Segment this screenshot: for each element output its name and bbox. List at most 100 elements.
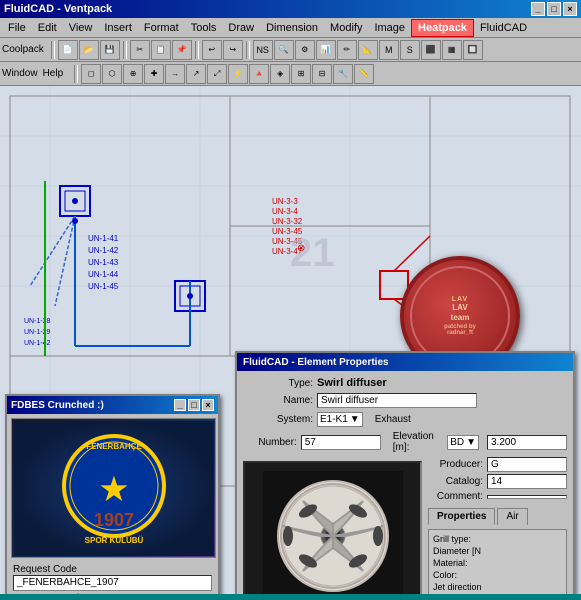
number-value[interactable]: 57 <box>301 435 381 450</box>
number-row: Number: 57 Elevation [m]: BD ▼ 3.200 <box>243 431 567 453</box>
toolbar-b9[interactable]: ⬛ <box>421 40 441 60</box>
menu-image[interactable]: Image <box>368 20 411 36</box>
name-value[interactable]: Swirl diffuser <box>317 393 477 408</box>
name-row: Name: Swirl diffuser <box>243 393 567 408</box>
menu-heatpack[interactable]: Heatpack <box>411 19 474 37</box>
app-title: FluidCAD - Ventpack <box>4 3 112 15</box>
toolbar2-b4[interactable]: ✚ <box>144 64 164 84</box>
comment-row: Comment: <box>428 491 567 502</box>
elevation-dropdown-value: BD <box>450 437 464 448</box>
system-select[interactable]: E1-K1 ▼ <box>317 412 363 427</box>
color-row: Color: <box>433 570 562 580</box>
menu-insert[interactable]: Insert <box>98 20 138 36</box>
coolpack-label: Coolpack <box>2 44 44 55</box>
toolbar-b3[interactable]: ⚙ <box>295 40 315 60</box>
menu-dimension[interactable]: Dimension <box>260 20 324 36</box>
main-title-bar: FluidCAD - Ventpack _ □ × <box>0 0 581 18</box>
fdbes-maximize[interactable]: □ <box>188 399 200 411</box>
name-label: Name: <box>243 395 313 406</box>
comment-value[interactable] <box>487 495 567 499</box>
diffuser-image-area <box>243 461 422 594</box>
catalog-label: Catalog: <box>428 476 483 487</box>
toolbar-sep3 <box>195 41 199 59</box>
right-side-panel: Producer: G Catalog: 14 Comment: Propert… <box>428 457 567 594</box>
menu-tools[interactable]: Tools <box>185 20 223 36</box>
svg-text:UN-1-44: UN-1-44 <box>88 270 119 279</box>
toolbar-paste[interactable]: 📌 <box>172 40 192 60</box>
toolbar2-b2[interactable]: ⬡ <box>102 64 122 84</box>
system-row: System: E1-K1 ▼ Exhaust <box>243 412 567 427</box>
toolbar-b2[interactable]: 🔍 <box>274 40 294 60</box>
svg-text:★: ★ <box>98 470 129 509</box>
close-button[interactable]: × <box>563 2 577 16</box>
toolbar-save[interactable]: 💾 <box>100 40 120 60</box>
toolbar2-b9[interactable]: 🔺 <box>249 64 269 84</box>
toolbar-b6[interactable]: 📐 <box>358 40 378 60</box>
toolbar2-b6[interactable]: ↗ <box>186 64 206 84</box>
toolbar-separator <box>51 41 55 59</box>
toolbar2-b13[interactable]: 🔧 <box>333 64 353 84</box>
toolbar2-b8[interactable]: ⚡ <box>228 64 248 84</box>
toolbar2-b12[interactable]: ⊟ <box>312 64 332 84</box>
request-code-input[interactable]: _FENERBAHCE_1907 <box>13 575 212 591</box>
svg-text:UN-1-28: UN-1-28 <box>24 318 51 325</box>
fdbes-content: ★ FENERBAHÇE SPOR KULÜBÜ 1907 Request Co… <box>7 414 218 594</box>
toolbar2-b14[interactable]: 📏 <box>354 64 374 84</box>
color-label: Color: <box>433 570 457 580</box>
seal-brand-text: LAVteam <box>451 303 470 322</box>
exhaust-label: Exhaust <box>375 414 411 425</box>
elem-props-title-bar: FluidCAD - Element Properties <box>237 353 573 371</box>
toolbar2-sep <box>74 65 78 83</box>
seal-name-text: radnar_ft <box>447 330 473 336</box>
toolbar-b7[interactable]: M <box>379 40 399 60</box>
element-properties-window: FluidCAD - Element Properties Type: Swir… <box>235 351 575 594</box>
toolbar-cut[interactable]: ✂ <box>130 40 150 60</box>
toolbar-b5[interactable]: ✏ <box>337 40 357 60</box>
toolbar-undo[interactable]: ↩ <box>202 40 222 60</box>
catalog-value[interactable]: 14 <box>487 474 567 489</box>
elevation-select[interactable]: BD ▼ <box>447 435 479 450</box>
toolbar-row1: Coolpack 📄 📂 💾 ✂ 📋 📌 ↩ ↪ NS 🔍 ⚙ 📊 ✏ 📐 M … <box>0 38 581 62</box>
menu-fluidcad[interactable]: FluidCAD <box>474 20 533 36</box>
menu-format[interactable]: Format <box>138 20 185 36</box>
toolbar2-b11[interactable]: ⊞ <box>291 64 311 84</box>
window-label: Window <box>2 68 38 79</box>
fdbes-close[interactable]: × <box>202 399 214 411</box>
minimize-button[interactable]: _ <box>531 2 545 16</box>
request-code-label: Request Code <box>13 564 212 575</box>
toolbar-b11[interactable]: 🔲 <box>463 40 483 60</box>
type-value: Swirl diffuser <box>317 377 387 389</box>
toolbar-row2: Window Help ◻ ⬡ ⊕ ✚ → ↗ ⤢ ⚡ 🔺 ◈ ⊞ ⊟ 🔧 📏 <box>0 62 581 86</box>
toolbar2-b5[interactable]: → <box>165 64 185 84</box>
producer-value[interactable]: G <box>487 457 567 472</box>
diameter-label: Diameter [N <box>433 546 481 556</box>
toolbar-copy[interactable]: 📋 <box>151 40 171 60</box>
toolbar-b1[interactable]: NS <box>253 40 273 60</box>
toolbar2-b10[interactable]: ◈ <box>270 64 290 84</box>
menu-view[interactable]: View <box>63 20 99 36</box>
toolbar2-b3[interactable]: ⊕ <box>123 64 143 84</box>
tab-properties[interactable]: Properties <box>428 508 495 525</box>
menu-draw[interactable]: Draw <box>222 20 260 36</box>
toolbar-new[interactable]: 📄 <box>58 40 78 60</box>
menu-file[interactable]: File <box>2 20 32 36</box>
menu-edit[interactable]: Edit <box>32 20 63 36</box>
toolbar2-b7[interactable]: ⤢ <box>207 64 227 84</box>
fdbes-minimize[interactable]: _ <box>174 399 186 411</box>
toolbar-b10[interactable]: ▦ <box>442 40 462 60</box>
menu-modify[interactable]: Modify <box>324 20 368 36</box>
toolbar-b8[interactable]: S <box>400 40 420 60</box>
toolbar-b4[interactable]: 📊 <box>316 40 336 60</box>
toolbar-redo[interactable]: ↪ <box>223 40 243 60</box>
elevation-value[interactable]: 3.200 <box>487 435 567 450</box>
maximize-button[interactable]: □ <box>547 2 561 16</box>
material-row: Material: <box>433 558 562 568</box>
toolbar2-b1[interactable]: ◻ <box>81 64 101 84</box>
tab-air[interactable]: Air <box>497 508 527 525</box>
type-row: Type: Swirl diffuser <box>243 377 567 389</box>
toolbar-sep4 <box>246 41 250 59</box>
toolbar-open[interactable]: 📂 <box>79 40 99 60</box>
svg-text:UN-1-43: UN-1-43 <box>88 258 119 267</box>
help-label[interactable]: Help <box>43 68 64 79</box>
number-label: Number: <box>243 437 297 448</box>
